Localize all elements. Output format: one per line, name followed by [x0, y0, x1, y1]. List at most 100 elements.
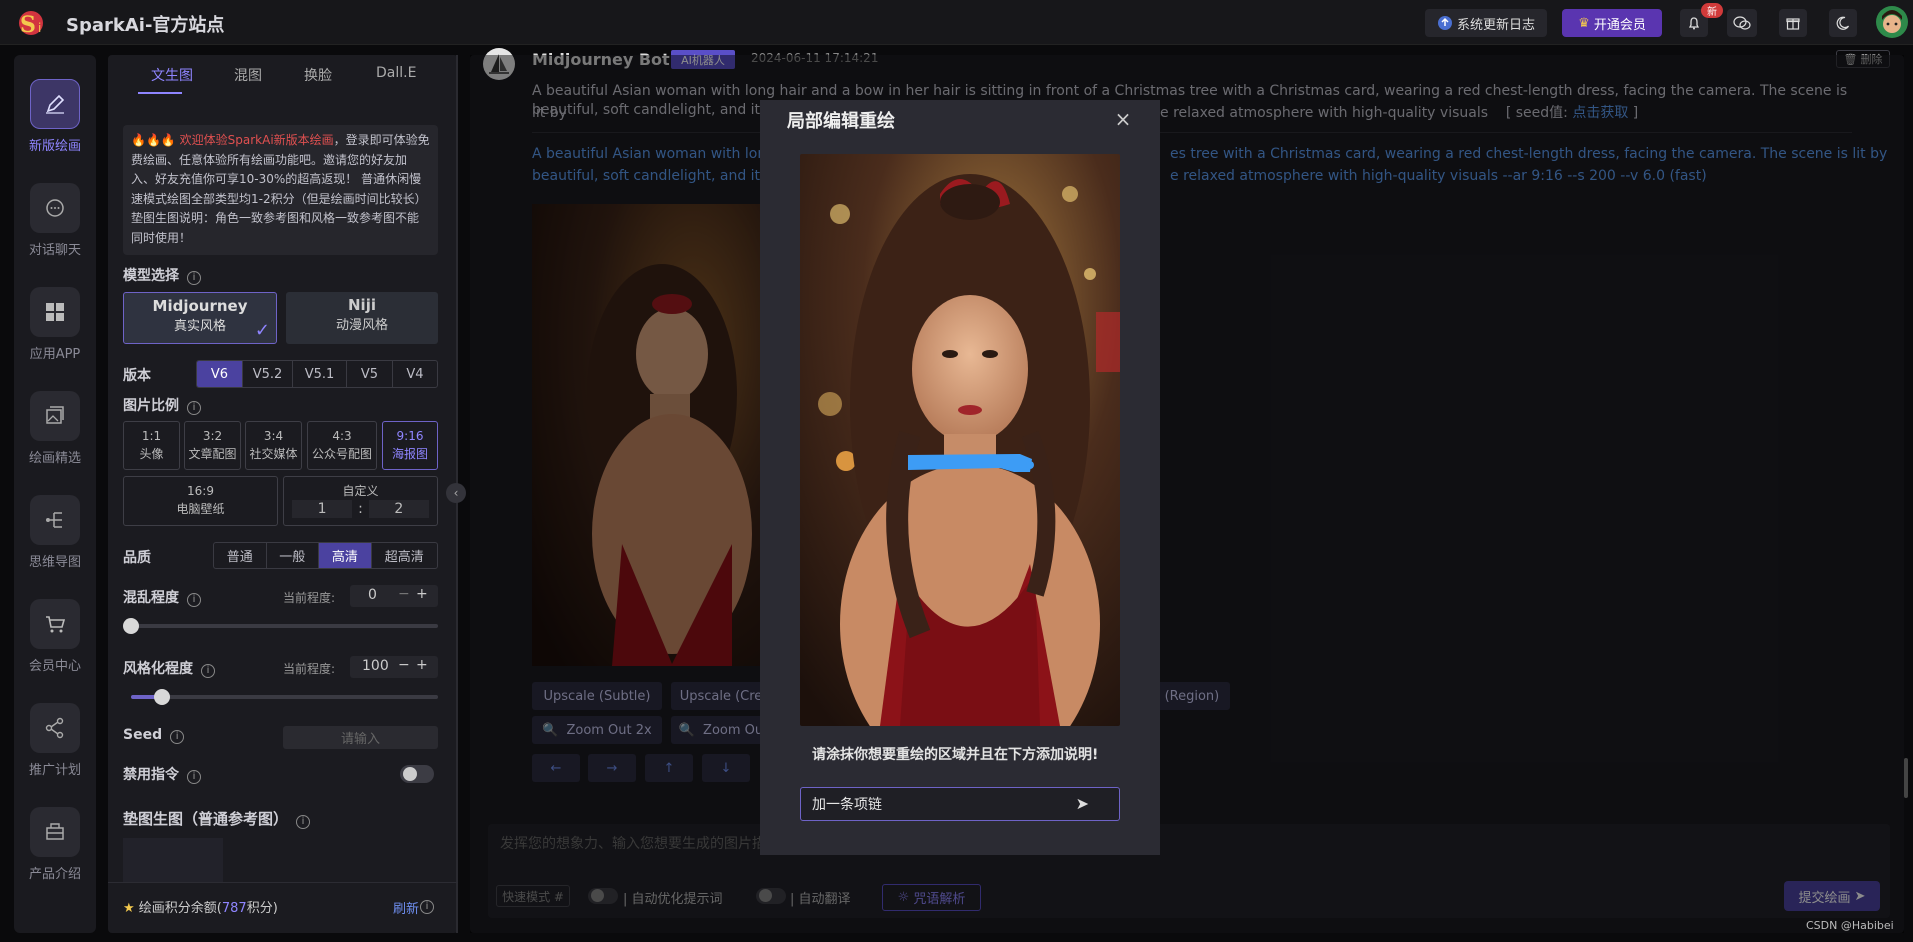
info-icon: i — [296, 815, 311, 829]
refresh-link[interactable]: 刷新 — [393, 898, 419, 917]
plus-icon[interactable]: + — [416, 657, 428, 673]
model-name: Midjourney — [152, 297, 248, 315]
chaos-value: 0 — [368, 587, 377, 603]
gift-button[interactable] — [1779, 9, 1807, 37]
info-icon: i — [187, 271, 201, 285]
main-scrollbar-thumb[interactable] — [1904, 758, 1908, 798]
mindmap-icon — [46, 512, 62, 528]
stylize-slider[interactable] — [131, 689, 438, 705]
nav-item-mindmap[interactable]: 思维导图 — [14, 495, 96, 570]
chevron-left-icon: ‹ — [453, 486, 459, 500]
vip-button[interactable]: ♛ 开通会员 — [1562, 9, 1662, 37]
version-v4[interactable]: V4 — [393, 361, 437, 387]
info-icon: i — [170, 730, 185, 744]
chaos-current-label: 当前程度: — [283, 591, 336, 605]
quality-hd[interactable]: 高清 — [319, 543, 372, 568]
tab-dalle[interactable]: Dall.E — [376, 65, 416, 81]
user-avatar[interactable] — [1876, 6, 1908, 38]
quality-medium[interactable]: 一般 — [267, 543, 320, 568]
stylize-current-label: 当前程度: — [283, 662, 336, 676]
notice-highlight: 欢迎体验SparkAi新版本绘画 — [179, 133, 334, 147]
seed-input[interactable]: 请输入 — [283, 726, 438, 749]
update-log-button[interactable]: 系统更新日志 — [1425, 9, 1547, 37]
model-niji[interactable]: Niji 动漫风格 — [286, 292, 438, 344]
custom-height-input[interactable]: 2 — [368, 500, 429, 518]
cart-icon — [46, 616, 66, 633]
chaos-stepper[interactable]: 0 − + — [350, 585, 438, 607]
left-nav-rail: 新版绘画 对话聊天 应用APP 绘画精选 思维导图 会员中心 推广计划 产品介绍 — [14, 55, 96, 933]
nav-label: 会员中心 — [28, 659, 81, 674]
stylize-slider-handle[interactable] — [153, 689, 170, 705]
ratio-3-4[interactable]: 3:4 社交媒体 — [245, 421, 302, 470]
stylize-stepper[interactable]: 100 − + — [350, 656, 438, 678]
ratio-4-3[interactable]: 4:3 公众号配图 — [307, 421, 377, 470]
ratio-1-1[interactable]: 1:1 头像 — [123, 421, 180, 470]
notice-box: 🔥🔥🔥 欢迎体验SparkAi新版本绘画，登录即可体验免费绘画、任意体验所有绘画… — [123, 125, 438, 255]
version-selector: V6 V5.2 V5.1 V5 V4 — [196, 360, 438, 388]
info-icon: i — [187, 401, 201, 415]
modal-title: 局部编辑重绘 — [787, 111, 895, 132]
nav-label: 绘画精选 — [28, 451, 81, 466]
send-icon[interactable]: ➤ — [1076, 794, 1089, 813]
version-v52[interactable]: V5.2 — [243, 361, 293, 387]
ratio-3-2[interactable]: 3:2 文章配图 — [184, 421, 241, 470]
ban-command-toggle[interactable] — [400, 765, 434, 783]
version-v5[interactable]: V5 — [347, 361, 393, 387]
nav-label: 新版绘画 — [28, 139, 81, 154]
close-icon[interactable]: × — [1114, 107, 1132, 131]
quality-uhd[interactable]: 超高清 — [372, 543, 437, 568]
info-icon: i — [420, 900, 434, 914]
ratio-9-16[interactable]: 9:16 海报图 — [382, 421, 438, 470]
check-icon: ✓ — [254, 320, 270, 341]
model-midjourney[interactable]: Midjourney 真实风格 ✓ — [123, 292, 277, 344]
nav-item-member[interactable]: 会员中心 — [14, 599, 96, 674]
nav-label: 思维导图 — [28, 555, 81, 570]
minus-icon[interactable]: − — [398, 586, 410, 602]
pen-icon — [46, 94, 65, 114]
minus-icon[interactable]: − — [398, 657, 410, 673]
svg-text:S: S — [20, 12, 36, 38]
ratio-16-9[interactable]: 16:9 电脑壁纸 — [123, 476, 278, 526]
nav-item-apps[interactable]: 应用APP — [14, 287, 96, 362]
ratio-custom[interactable]: 自定义 1 : 2 — [283, 476, 438, 526]
wechat-button[interactable] — [1727, 9, 1757, 37]
chaos-slider[interactable] — [123, 618, 438, 634]
theme-toggle-button[interactable] — [1829, 9, 1857, 37]
notice-body: ，登录即可体验免费绘画、任意体验所有绘画功能吧。邀请您的好友加入、好友充值你可享… — [131, 133, 430, 245]
wechat-icon — [1733, 16, 1751, 30]
nav-item-chat[interactable]: 对话聊天 — [14, 183, 96, 258]
inpaint-prompt-input[interactable]: 加一条项链 ➤ — [800, 787, 1120, 821]
version-v6[interactable]: V6 — [197, 361, 243, 387]
collapse-panel-button[interactable]: ‹ — [446, 483, 466, 503]
avatar-face-icon — [1882, 10, 1902, 33]
reference-upload-box[interactable] — [123, 838, 223, 883]
nav-label: 推广计划 — [28, 763, 81, 778]
quality-normal[interactable]: 普通 — [214, 543, 267, 568]
nav-item-new-drawing[interactable]: 新版绘画 — [14, 79, 96, 154]
apps-icon — [46, 303, 64, 321]
points-balance: ★ 绘画积分余额(787积分) — [123, 901, 278, 916]
modal-hint: 请涂抹你想要重绘的区域并且在下方添加说明! — [812, 747, 1099, 763]
product-icon — [46, 823, 64, 840]
bell-icon — [1688, 17, 1700, 30]
spark-logo[interactable]: S i — [16, 8, 52, 38]
info-icon: i — [201, 664, 215, 678]
custom-width-input[interactable]: 1 — [292, 500, 353, 518]
tab-text-to-image[interactable]: 文生图 — [151, 65, 193, 85]
quality-selector: 普通 一般 高清 超高清 — [213, 542, 438, 569]
model-name: Niji — [348, 296, 376, 314]
inpaint-canvas[interactable] — [800, 154, 1120, 726]
tab-blend[interactable]: 混图 — [234, 65, 262, 85]
nav-item-gallery[interactable]: 绘画精选 — [14, 391, 96, 466]
chaos-slider-handle[interactable] — [123, 618, 139, 634]
version-v51[interactable]: V5.1 — [293, 361, 347, 387]
modal-overlay[interactable] — [470, 55, 1904, 933]
nav-item-promotion[interactable]: 推广计划 — [14, 703, 96, 778]
model-select-label: 模型选择 i — [123, 265, 201, 285]
update-log-label: 系统更新日志 — [1456, 17, 1535, 33]
moon-icon — [1836, 16, 1850, 30]
brand-title[interactable]: SparkAi-官方站点 — [66, 11, 224, 37]
plus-icon[interactable]: + — [416, 586, 428, 602]
tab-faceswap[interactable]: 换脸 — [304, 65, 332, 85]
nav-item-product[interactable]: 产品介绍 — [14, 807, 96, 882]
